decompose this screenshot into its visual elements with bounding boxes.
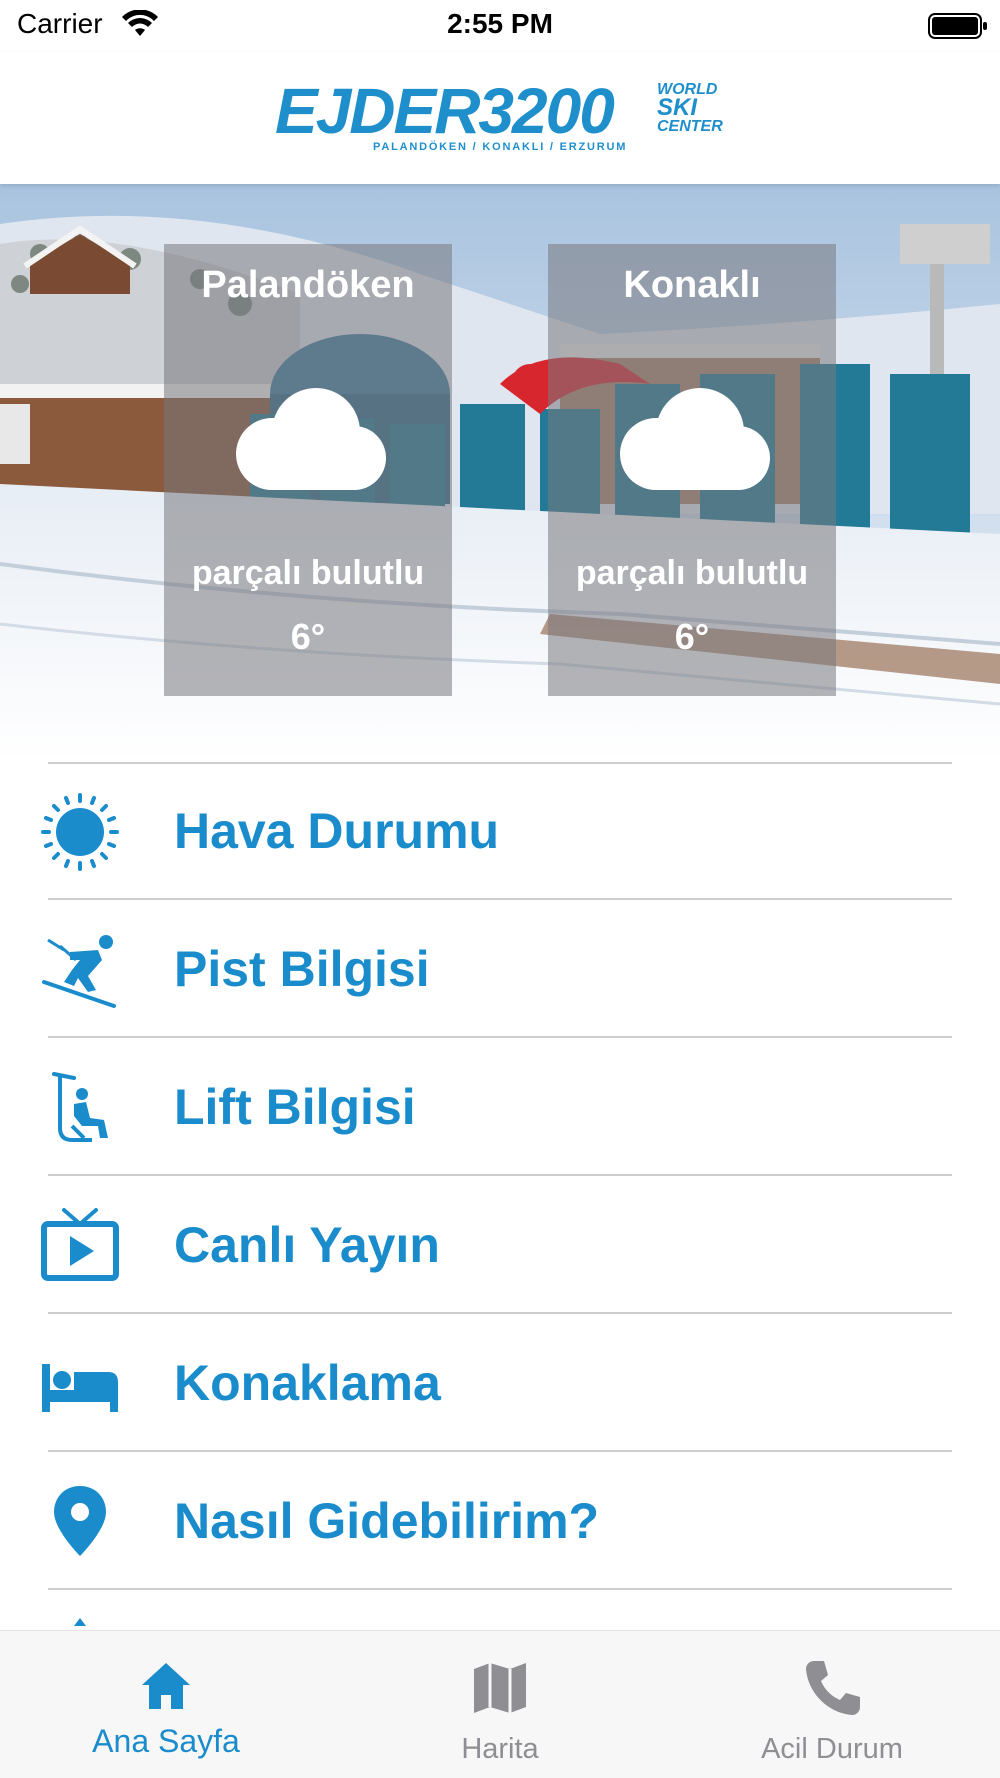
menu-item-canli-yayin[interactable]: Canlı Yayın [0,1176,1000,1314]
weather-location: Konaklı [623,264,761,306]
skier-icon [42,935,116,1008]
weather-temperature: 6° [290,616,326,657]
menu-item-konaklama[interactable]: Konaklama [0,1314,1000,1452]
hero-banner: Palandöken parçalı bulutlu 6° Konaklı pa… [0,184,1000,762]
weather-condition: parçalı bulutlu [191,554,425,592]
status-bar: Carrier 2:55 PM [0,0,1000,52]
menu-label: Lift Bilgisi [174,1079,416,1135]
tab-label: Harita [461,1733,539,1765]
weather-temperature: 6° [674,616,710,657]
tab-label: Acil Durum [761,1733,903,1765]
bottom-tab-bar: Ana Sayfa Harita Acil Durum [0,1630,1000,1778]
status-time: 2:55 PM [447,8,553,39]
main-menu-list: Hava Durumu Pist Bilgisi Lift Bilgisi Ca… [0,762,1000,1728]
weather-card-konakli[interactable]: Konaklı parçalı bulutlu 6° [548,244,836,696]
menu-label: Nasıl Gidebilirim? [174,1493,600,1549]
logo-side-text: WORLD SKI CENTER [657,82,723,135]
menu-label: Canlı Yayın [174,1217,440,1273]
menu-item-lift-bilgisi[interactable]: Lift Bilgisi [0,1038,1000,1176]
battery-icon [928,13,987,39]
logo-ski: SKI [657,94,698,121]
tab-label: Ana Sayfa [92,1723,240,1759]
logo-subtitle: PALANDÖKEN / KONAKLI / ERZURUM [373,141,628,153]
cloud-icon [620,388,770,490]
logo-main-text: EJDER3200 [275,75,615,147]
tab-ana-sayfa[interactable]: Ana Sayfa [36,1631,296,1778]
logo-center: CENTER [657,118,723,135]
menu-label: Konaklama [174,1355,441,1411]
weather-card-palandoken[interactable]: Palandöken parçalı bulutlu 6° [164,244,452,696]
chairlift-icon [52,1072,108,1142]
weather-location: Palandöken [201,264,415,306]
location-pin-icon [54,1486,106,1556]
home-icon [142,1663,190,1709]
weather-condition: parçalı bulutlu [575,554,809,592]
tab-harita[interactable]: Harita [370,1631,630,1778]
bed-icon [42,1364,118,1412]
sun-icon [41,793,119,871]
phone-icon [806,1661,860,1715]
menu-label: Hava Durumu [174,803,500,859]
menu-item-hava-durumu[interactable]: Hava Durumu [0,762,1000,900]
cloud-icon [236,388,386,490]
hero-background-image [0,184,1000,762]
app-header: EJDER3200 WORLD SKI CENTER PALANDÖKEN / … [0,52,1000,184]
menu-item-pist-bilgisi[interactable]: Pist Bilgisi [0,900,1000,1038]
tab-acil-durum[interactable]: Acil Durum [702,1631,962,1778]
menu-label: Pist Bilgisi [174,941,430,997]
ejder3200-logo: EJDER3200 WORLD SKI CENTER PALANDÖKEN / … [275,78,725,178]
map-icon [474,1663,526,1713]
menu-item-nasil-gidebilirim[interactable]: Nasıl Gidebilirim? [0,1452,1000,1590]
tv-play-icon [41,1208,119,1281]
